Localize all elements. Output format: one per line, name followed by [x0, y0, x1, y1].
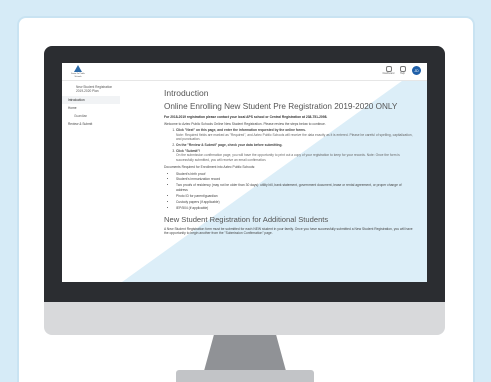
- step-note: Note: Required fields are marked as "Req…: [176, 132, 413, 142]
- app-topbar: Santa Fe Public Schools Dashboard Help J…: [62, 63, 427, 81]
- step-item: On the "Review & Submit" page, check you…: [176, 143, 414, 147]
- sidebar: New Student Registration 2019-2020 Plan …: [62, 80, 120, 282]
- help-button[interactable]: Help: [398, 66, 407, 75]
- documents-intro: Documents Required for Enrollment into A…: [164, 165, 256, 170]
- main-content: Introduction Online Enrolling New Studen…: [164, 80, 414, 282]
- sidebar-item-guardian[interactable]: Guardian: [62, 112, 120, 120]
- step-note: On the submission confirmation page, you…: [176, 153, 400, 162]
- additional-students-text: A New Student Registration form must be …: [164, 226, 413, 236]
- documents-list: Student's birth proof Student's immuniza…: [164, 172, 414, 210]
- sidebar-item-home[interactable]: Home: [62, 104, 120, 112]
- logo-mark-icon: [74, 65, 82, 72]
- dashboard-label: Dashboard: [382, 72, 395, 75]
- step-title: On the "Review & Submit" page, check you…: [176, 143, 283, 148]
- monitor-frame: Santa Fe Public Schools Dashboard Help J…: [44, 46, 445, 302]
- sidebar-title: New Student Registration 2019-2020 Plan: [76, 85, 113, 93]
- document-item: IEP/504 (if applicable): [176, 206, 414, 210]
- steps-list: Click "Next" on this page, and enter the…: [164, 128, 414, 162]
- welcome-text: Welcome to Aztec Public Schools Online N…: [164, 121, 326, 126]
- document-item: Student's immunization record: [176, 177, 414, 181]
- step-item: Click "Submit"!On the submission confirm…: [176, 149, 414, 162]
- monitor-stand-base: [176, 370, 314, 382]
- bold-intro-text: For 2018-2019 registration please contac…: [164, 114, 328, 119]
- user-avatar[interactable]: JD: [412, 66, 421, 75]
- district-logo[interactable]: Santa Fe Public Schools: [68, 65, 88, 78]
- sidebar-item-review-submit[interactable]: Review & Submit: [62, 120, 120, 128]
- step-title: Click "Next" on this page, and enter the…: [176, 128, 306, 133]
- help-label: Help: [400, 72, 405, 75]
- step-item: Click "Next" on this page, and enter the…: [176, 128, 414, 141]
- monitor-screen: Santa Fe Public Schools Dashboard Help J…: [62, 63, 427, 282]
- document-item: Custody papers (if applicable): [176, 200, 414, 204]
- document-item: Photo ID for parent/guardian: [176, 194, 414, 198]
- document-item: Two proofs of residency (may not be olde…: [176, 183, 414, 192]
- logo-text: Santa Fe Public Schools: [70, 73, 86, 78]
- monitor-stand-neck: [204, 335, 286, 371]
- additional-students-heading: New Student Registration for Additional …: [164, 214, 329, 224]
- sidebar-item-introduction[interactable]: Introduction: [62, 96, 120, 104]
- step-title: Click "Submit"!: [176, 148, 201, 153]
- page-title: Introduction: [164, 88, 209, 98]
- document-item: Student's birth proof: [176, 172, 414, 176]
- dashboard-button[interactable]: Dashboard: [382, 66, 395, 75]
- monitor-chin: [44, 302, 445, 335]
- registration-heading: Online Enrolling New Student Pre Registr…: [164, 102, 398, 111]
